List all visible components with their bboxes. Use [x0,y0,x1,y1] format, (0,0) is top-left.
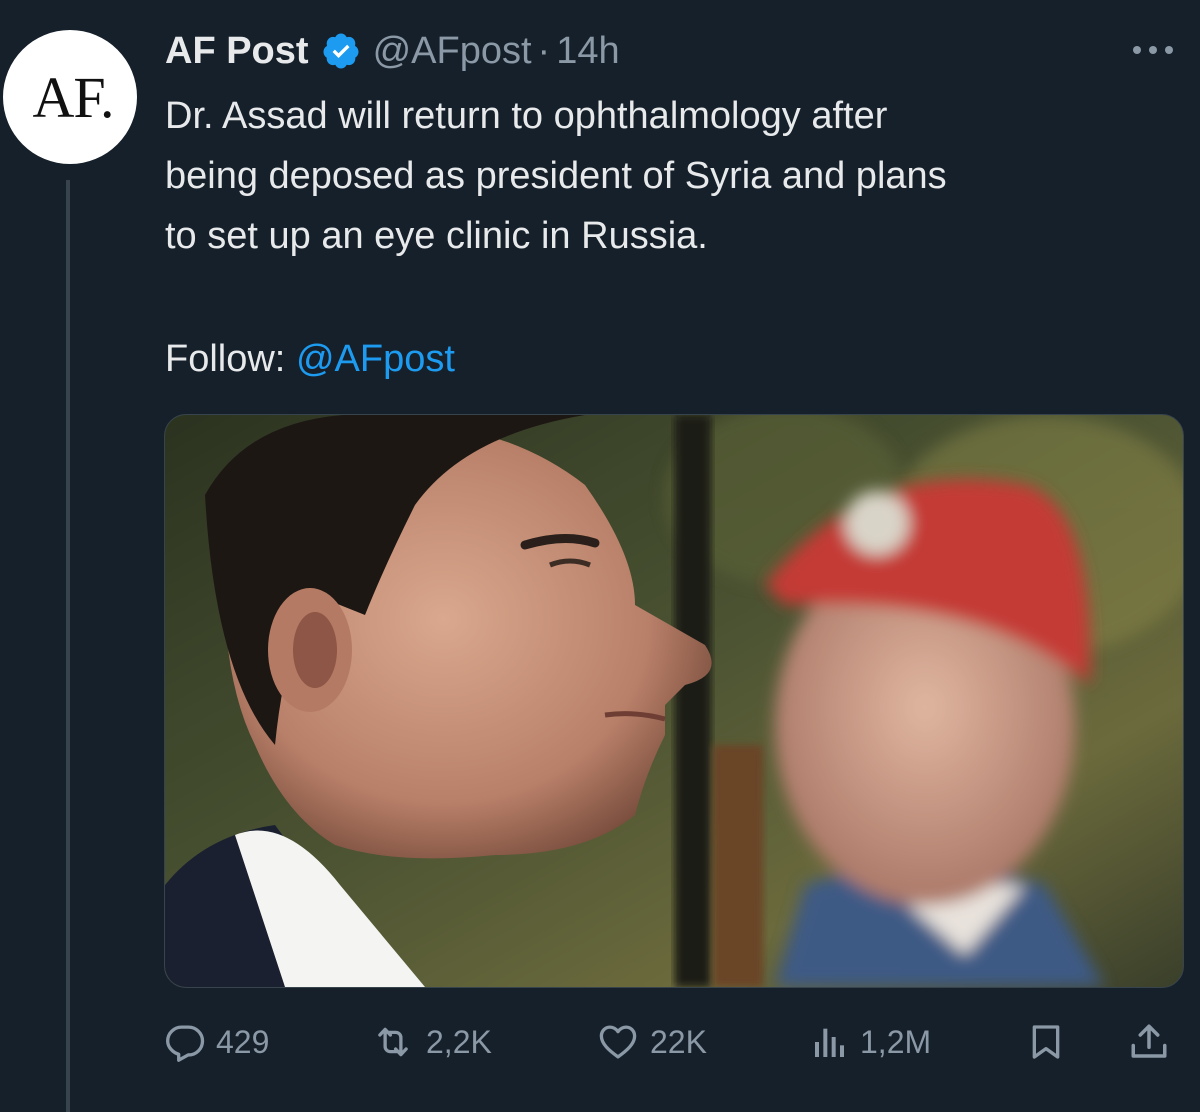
share-button[interactable] [1128,1010,1170,1074]
author-name[interactable]: AF Post [165,30,309,73]
follow-mention-link[interactable]: @AFpost [296,338,455,380]
follow-label: Follow: [165,338,286,380]
views-icon [815,1028,844,1057]
photo-illustration [165,415,1183,987]
reply-button[interactable]: 429 [164,1010,269,1074]
tweet-actions: 429 2,2K 22K 1,2M [164,1010,1184,1074]
tweet-text-line-2: being deposed as president of Syria and … [165,155,947,197]
verified-badge-icon [323,33,359,69]
bookmark-icon [1032,1025,1060,1059]
like-count: 22K [650,1023,707,1060]
share-icon [1131,1024,1167,1058]
retweet-icon [378,1027,408,1057]
tweet-text-line-1: Dr. Assad will return to ophthalmology a… [165,95,888,137]
like-button[interactable]: 22K [596,1010,707,1074]
avatar-logo-text: AF. [32,64,115,130]
tweet-text: Dr. Assad will return to ophthalmology a… [165,86,1165,266]
like-icon [599,1025,637,1059]
retweet-count: 2,2K [426,1023,492,1060]
avatar[interactable]: AF. [3,30,137,164]
tweet-header: AF Post @AFpost · 14h [165,26,620,76]
author-handle[interactable]: @AFpost [373,30,532,73]
more-options-icon[interactable] [1128,38,1178,62]
timestamp[interactable]: 14h [556,30,619,73]
view-count: 1,2M [860,1023,932,1060]
reply-icon [166,1025,205,1062]
separator-dot: · [537,29,551,72]
tweet-photo[interactable] [164,414,1184,988]
views-button[interactable]: 1,2M [810,1010,931,1074]
reply-count: 429 [216,1023,270,1060]
thread-line [66,180,70,1112]
tweet[interactable]: AF. AF Post @AFpost · 14h Dr. Assad will… [0,0,1200,1112]
bookmark-button[interactable] [1026,1010,1066,1074]
retweet-button[interactable]: 2,2K [370,1010,492,1074]
tweet-text-line-3: to set up an eye clinic in Russia. [165,215,708,257]
follow-line: Follow: @AFpost [165,332,455,386]
